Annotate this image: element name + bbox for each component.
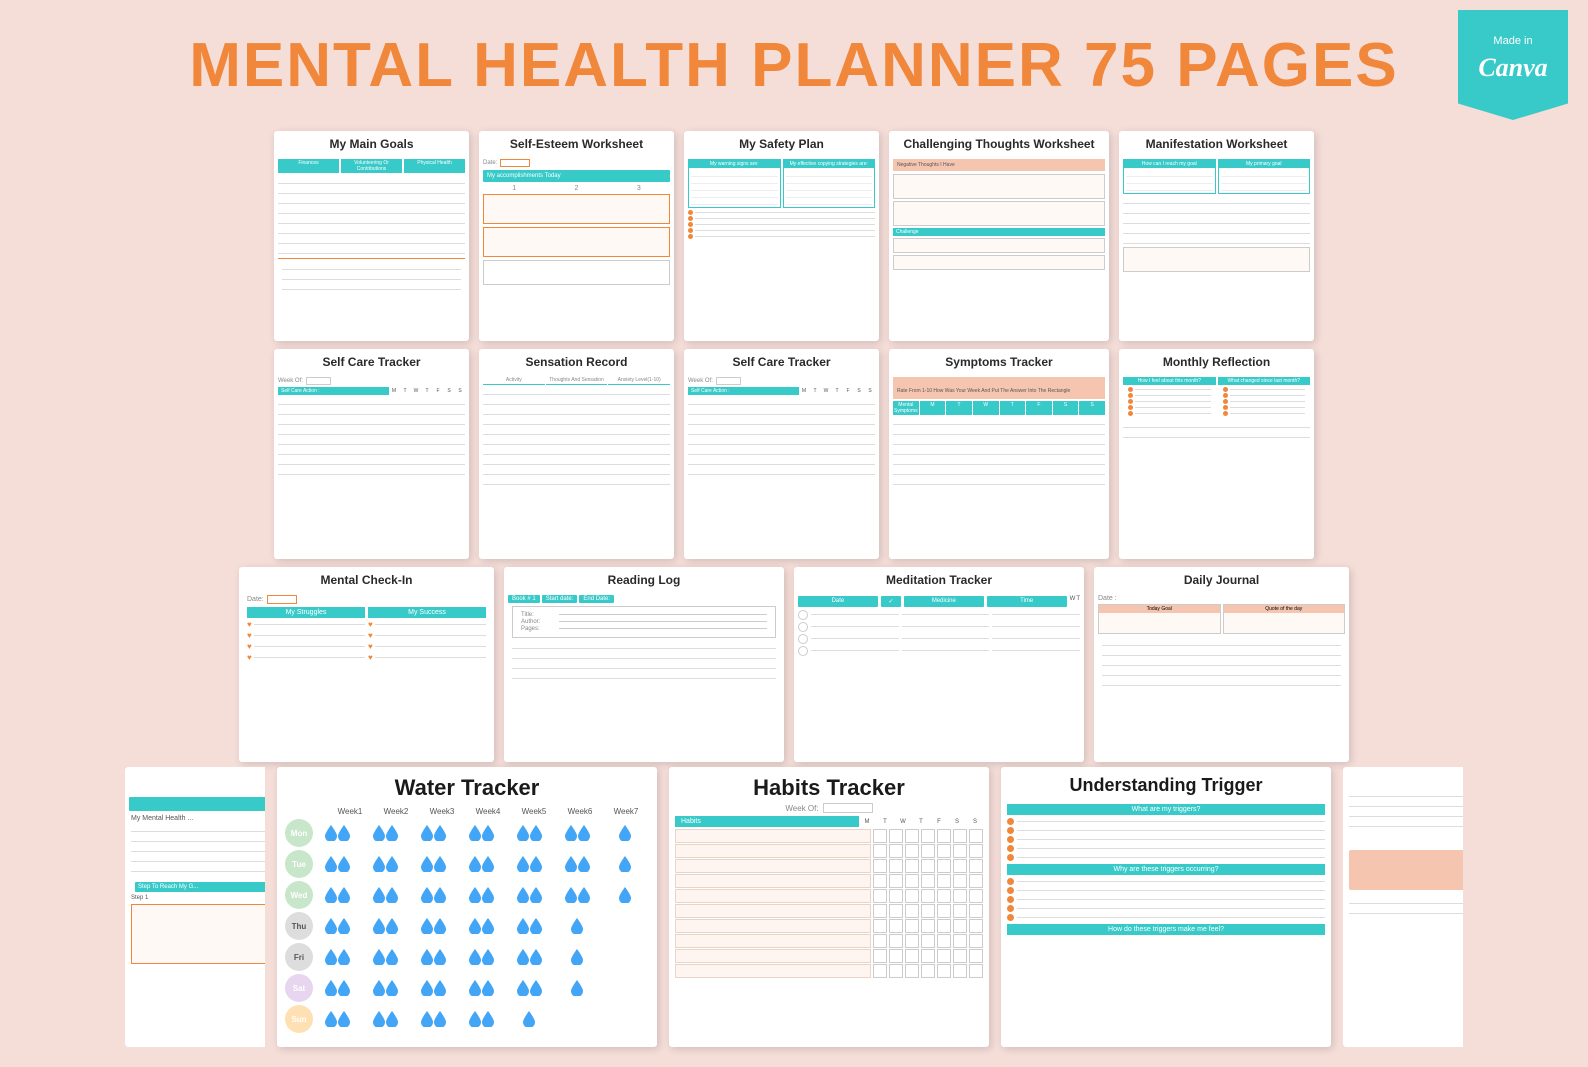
- card-monthly-reflection: Monthly Reflection How I feel about this…: [1119, 349, 1314, 559]
- card-title-symptoms: Symptoms Tracker: [889, 349, 1109, 375]
- goals-lines: [278, 176, 465, 254]
- card-title-challenging: Challenging Thoughts Worksheet: [889, 131, 1109, 157]
- water-row-wed: Wed: [285, 881, 649, 909]
- trigger-question-1: What are my triggers?: [1007, 804, 1325, 815]
- card-title-dailyjournal: Daily Journal: [1094, 567, 1349, 593]
- habits-row-8: [675, 934, 983, 948]
- card-challenging-thoughts: Challenging Thoughts Worksheet Negative …: [889, 131, 1109, 341]
- partial-card-right: ...today: [1343, 767, 1463, 1047]
- page-header: MENTAL HEALTH PLANNER 75 PAGES Made in C…: [0, 0, 1588, 121]
- card-safety-plan: My Safety Plan My warning signs are: My …: [684, 131, 879, 341]
- card-title-my-main-goals: My Main Goals: [274, 131, 469, 157]
- card-self-care-tracker-1: Self Care Tracker Week Of: Self Care Act…: [274, 349, 469, 559]
- card-self-care-tracker-2: Self Care Tracker Week Of: Self Care Act…: [684, 349, 879, 559]
- card-title-checkin: Mental Check-In: [239, 567, 494, 593]
- title-black: MENTAL HEALTH PLANNER: [189, 31, 1065, 100]
- card-title-manifestation: Manifestation Worksheet: [1119, 131, 1314, 157]
- cards-container: My Main Goals Finances Volunteering Or C…: [0, 121, 1588, 1067]
- water-row-mon: Mon: [285, 819, 649, 847]
- habits-row-9: [675, 949, 983, 963]
- habits-row-5: [675, 889, 983, 903]
- water-row-sat: Sat: [285, 974, 649, 1002]
- date-field: Date:: [483, 159, 670, 167]
- goal-tab-physical: Physical Health: [404, 159, 465, 173]
- habits-row-7: [675, 919, 983, 933]
- card-mental-checkin: Mental Check-In Date: My Struggles ♥ ♥ ♥…: [239, 567, 494, 762]
- card-title-readinglog: Reading Log: [504, 567, 784, 593]
- habits-row-6: [675, 904, 983, 918]
- habits-row-2: [675, 844, 983, 858]
- card-self-esteem: Self-Esteem Worksheet Date: My accomplis…: [479, 131, 674, 341]
- title-orange: 75 PAGES: [1084, 31, 1399, 100]
- water-row-fri: Fri: [285, 943, 649, 971]
- goal-tab-finances: Finances: [278, 159, 339, 173]
- card-my-main-goals: My Main Goals Finances Volunteering Or C…: [274, 131, 469, 341]
- card-symptoms-tracker: Symptoms Tracker Rate From 1-10 How Was …: [889, 349, 1109, 559]
- canva-badge: Made in Canva: [1458, 10, 1568, 120]
- card-sensation-record: Sensation Record Activity Thoughts And S…: [479, 349, 674, 559]
- card-title-monthly: Monthly Reflection: [1119, 349, 1314, 375]
- habits-row-4: [675, 874, 983, 888]
- card-title-selfcare1: Self Care Tracker: [274, 349, 469, 375]
- water-row-tue: Tue: [285, 850, 649, 878]
- habits-row-3: [675, 859, 983, 873]
- card-reading-log: Reading Log Book # 1 Start date: End Dat…: [504, 567, 784, 762]
- water-tracker-title: Water Tracker: [277, 767, 657, 805]
- sc-week-row: Week Of:: [278, 377, 465, 385]
- made-in-label: Made in: [1493, 34, 1532, 49]
- card-title-safetyplan: My Safety Plan: [684, 131, 879, 157]
- card-habits-tracker: Habits Tracker Week Of: Habits MTWTFSS: [669, 767, 989, 1047]
- canva-label: Canva: [1478, 50, 1547, 86]
- partial-card-left: My Mental Health ... Step To Reach My G.…: [125, 767, 265, 1047]
- safety-two-col: My warning signs are: My effective copyi…: [688, 159, 875, 208]
- sensation-cols: Activity Thoughts And Sensation Anxiety …: [483, 377, 670, 385]
- card-title-meditation: Meditation Tracker: [794, 567, 1084, 593]
- card-meditation-tracker: Meditation Tracker Date ✓ Medicine Time …: [794, 567, 1084, 762]
- card-manifestation: Manifestation Worksheet How can I reach …: [1119, 131, 1314, 341]
- habits-row-1: [675, 829, 983, 843]
- card-water-tracker: Water Tracker Week1 Week2 Week3 Week4 We…: [277, 767, 657, 1047]
- card-understanding-trigger: Understanding Trigger What are my trigge…: [1001, 767, 1331, 1047]
- card-title-sensation: Sensation Record: [479, 349, 674, 375]
- sc-days-header: Self Care Action : MTWTFSS: [278, 387, 465, 395]
- trigger-question-2: Why are these triggers occurring?: [1007, 864, 1325, 875]
- trigger-question-3: How do these triggers make me feel?: [1007, 924, 1325, 935]
- habits-row-10: [675, 964, 983, 978]
- trigger-title: Understanding Trigger: [1001, 767, 1331, 801]
- page-title: MENTAL HEALTH PLANNER 75 PAGES: [0, 30, 1588, 101]
- card-daily-journal: Daily Journal Date : Today Goal Quote of…: [1094, 567, 1349, 762]
- habits-tracker-title: Habits Tracker: [669, 767, 989, 803]
- card-title-selfcare2: Self Care Tracker: [684, 349, 879, 375]
- goal-tab-volunteering: Volunteering Or Contributions: [341, 159, 402, 173]
- water-row-sun: Sun: [285, 1005, 649, 1033]
- card-title-selfesteem: Self-Esteem Worksheet: [479, 131, 674, 157]
- water-row-thu: Thu: [285, 912, 649, 940]
